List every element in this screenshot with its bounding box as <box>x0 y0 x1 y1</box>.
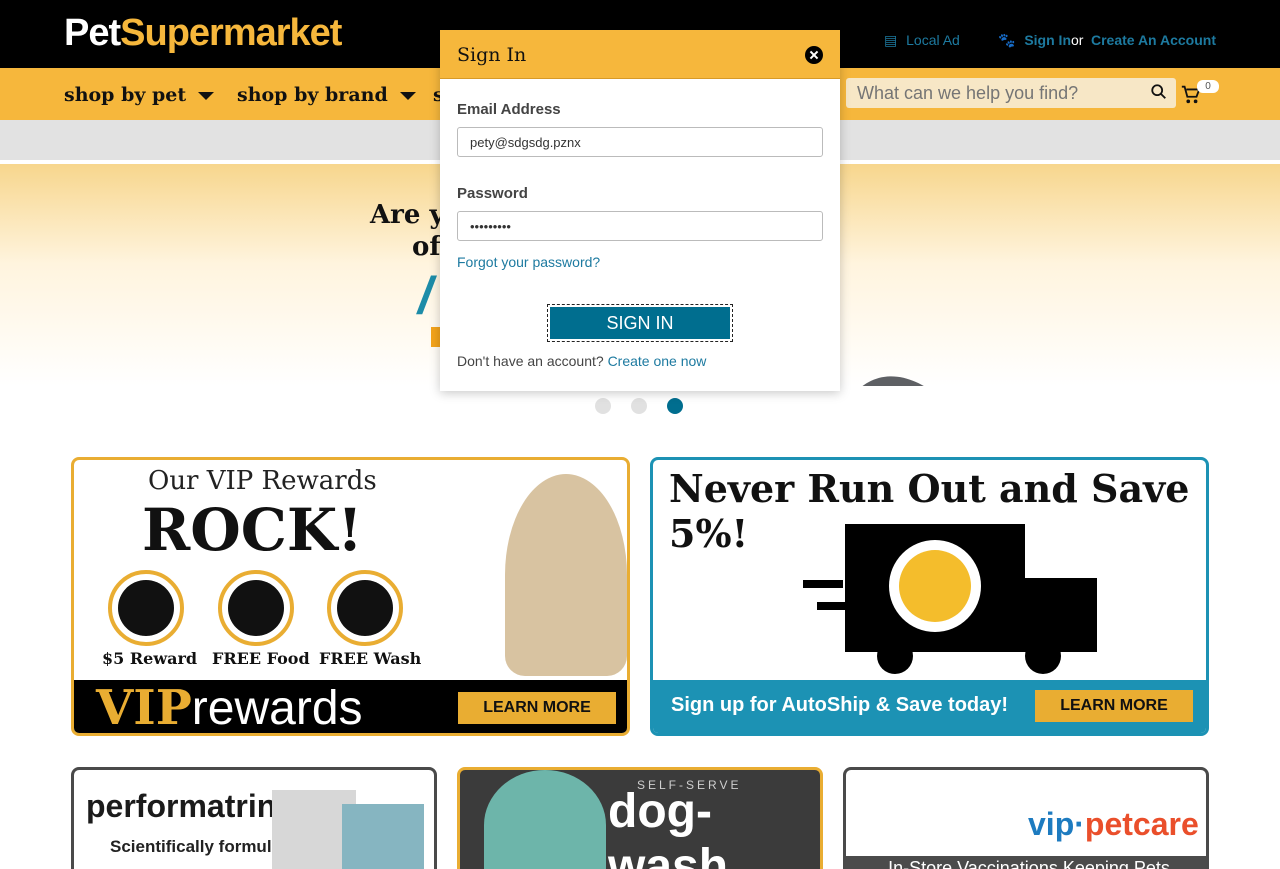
create-account-text: Don't have an account? <box>457 353 604 369</box>
modal-title: Sign In <box>457 44 527 66</box>
sign-in-button-label: SIGN IN <box>550 307 730 339</box>
password-label: Password <box>457 185 528 202</box>
create-account-prompt: Don't have an account? Create one now <box>457 353 706 369</box>
modal-header: Sign In <box>440 30 840 79</box>
create-account-link[interactable]: Create one now <box>608 353 707 369</box>
email-input[interactable] <box>458 128 822 156</box>
forgot-password-link[interactable]: Forgot your password? <box>457 254 600 270</box>
password-field[interactable] <box>457 211 823 241</box>
sign-in-modal: Sign In Email Address Password Forgot yo… <box>440 30 840 391</box>
email-label: Email Address <box>457 101 561 118</box>
sign-in-button[interactable]: SIGN IN <box>547 304 733 342</box>
close-icon[interactable] <box>805 46 823 64</box>
email-field[interactable] <box>457 127 823 157</box>
page: PetSupermarket ▤ Local Ad 🐾 Sign In or C… <box>0 0 1280 869</box>
password-input[interactable] <box>458 212 822 240</box>
